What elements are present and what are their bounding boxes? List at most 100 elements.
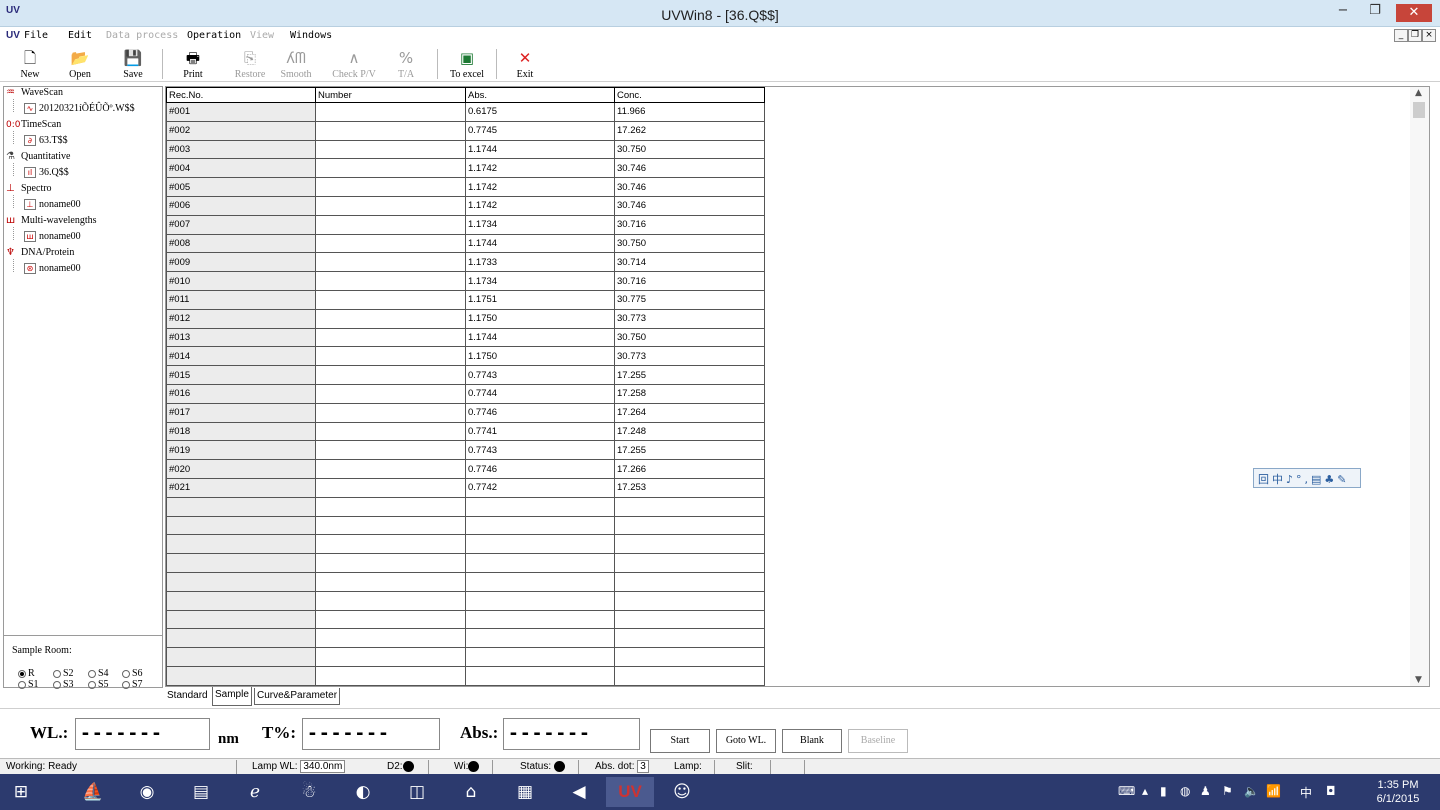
cell-abs[interactable]: 1.1744 [465,233,615,254]
cell-abs[interactable] [465,515,615,536]
cell-number[interactable] [315,459,466,479]
tree-item-timescan[interactable]: 0:0TimeScan [6,119,61,130]
cell-number[interactable] [315,102,466,122]
cell-rec-no[interactable]: #008 [166,233,316,254]
table-row[interactable]: #003 1.1744 30.750 [166,139,765,160]
cell-conc[interactable] [614,665,765,686]
cell-conc[interactable] [614,553,765,573]
chrome-icon[interactable]: ◉ [126,777,168,807]
qq-penguin-icon[interactable]: ☃ [288,777,330,807]
open-button[interactable]: 📂 Open [50,49,110,80]
cell-abs[interactable]: 1.1750 [465,346,615,367]
radio-s1[interactable]: S1 [18,679,39,690]
blank-button[interactable]: Blank [782,729,842,753]
col-header-conc[interactable]: Conc. [614,87,765,103]
menu-windows[interactable]: Windows [290,30,332,41]
col-header-abs[interactable]: Abs. [465,87,615,103]
flag-icon[interactable]: ⚑ [1222,784,1233,798]
table-row[interactable]: #013 1.1744 30.750 [166,327,765,348]
table-row[interactable] [166,553,765,573]
volume-icon[interactable]: 🔈 [1244,784,1259,798]
ta-button[interactable]: % T/A [376,49,436,80]
cell-rec-no[interactable]: #011 [166,289,316,310]
cell-conc[interactable] [614,684,765,686]
cell-conc[interactable]: 30.750 [614,327,765,348]
file-explorer-icon[interactable]: ▤ [180,777,222,807]
cell-number[interactable] [315,684,466,686]
mdi-restore-button[interactable]: ❐ [1408,29,1422,42]
cell-number[interactable] [315,233,466,254]
menu-view[interactable]: View [250,30,274,41]
tree-file-spectro[interactable]: ⊥ noname00 [24,199,81,211]
table-row[interactable] [166,515,765,536]
table-row[interactable]: #004 1.1742 30.746 [166,158,765,179]
cell-rec-no[interactable]: #013 [166,327,316,348]
table-row[interactable] [166,496,765,517]
cell-number[interactable] [315,590,466,611]
table-row[interactable]: #005 1.1742 30.746 [166,177,765,197]
uvwin-taskbar-button[interactable]: UV [606,777,654,807]
cell-abs[interactable]: 1.1734 [465,271,615,291]
to-excel-button[interactable]: ▣ To excel [437,49,497,80]
cell-number[interactable] [315,609,466,630]
tree-file-wavescan[interactable]: ∿ 20120321íÕÉÛÕº.W$$ [24,103,135,115]
cell-conc[interactable] [614,496,765,517]
cell-abs[interactable] [465,534,615,555]
table-row[interactable] [166,590,765,611]
cell-abs[interactable] [465,571,615,592]
radio-r[interactable]: R [18,668,35,679]
table-row[interactable]: #016 0.7744 17.258 [166,383,765,404]
cell-number[interactable] [315,327,466,348]
cell-abs[interactable]: 1.1750 [465,308,615,329]
cell-abs[interactable]: 0.7746 [465,459,615,479]
cell-abs[interactable]: 0.7742 [465,477,615,498]
app-circle-icon[interactable]: ◐ [342,777,384,807]
cell-abs[interactable] [465,609,615,630]
cell-rec-no[interactable]: #003 [166,139,316,160]
qq-tray-icon[interactable]: ◘ [1326,784,1336,798]
cell-conc[interactable]: 30.746 [614,177,765,197]
cell-abs[interactable] [465,553,615,573]
cell-number[interactable] [315,195,466,216]
cell-conc[interactable]: 17.258 [614,383,765,404]
exit-button[interactable]: ✕ Exit [495,49,555,80]
cell-rec-no[interactable]: #010 [166,271,316,291]
cell-rec-no[interactable] [166,628,316,649]
cell-conc[interactable]: 30.750 [614,139,765,160]
cell-abs[interactable] [465,665,615,686]
cell-conc[interactable]: 17.253 [614,477,765,498]
start-button[interactable]: Start [650,729,710,753]
app-dict-icon[interactable]: ◫ [396,777,438,807]
cell-abs[interactable] [465,628,615,649]
scroll-down-icon[interactable]: ▼ [1415,675,1422,685]
user-tray-icon[interactable]: ♟ [1200,784,1211,798]
cell-rec-no[interactable]: #016 [166,383,316,404]
cell-number[interactable] [315,214,466,235]
tab-sample[interactable]: Sample [212,687,252,706]
cell-rec-no[interactable]: #018 [166,421,316,442]
home-icon[interactable]: ⌂ [450,777,492,807]
cell-abs[interactable]: 1.1742 [465,195,615,216]
cell-conc[interactable]: 17.255 [614,365,765,385]
cell-abs[interactable]: 1.1744 [465,327,615,348]
cell-number[interactable] [315,421,466,442]
cell-conc[interactable] [614,647,765,667]
menu-file[interactable]: File [24,30,48,41]
goto-wl-button[interactable]: Goto WL. [716,729,776,753]
cell-number[interactable] [315,365,466,385]
col-header-number[interactable]: Number [315,87,466,103]
cell-rec-no[interactable] [166,496,316,517]
cell-number[interactable] [315,628,466,649]
app-calendar-icon[interactable]: ▦ [504,777,546,807]
table-row[interactable]: #008 1.1744 30.750 [166,233,765,254]
cell-abs[interactable]: 1.1744 [465,139,615,160]
cell-rec-no[interactable] [166,647,316,667]
cell-abs[interactable]: 0.7743 [465,440,615,461]
tab-curve-parameter[interactable]: Curve&Parameter [254,688,341,705]
vertical-scrollbar[interactable]: ▲ ▼ [1410,87,1429,686]
cell-number[interactable] [315,515,466,536]
radio-s4[interactable]: S4 [88,668,109,679]
cell-abs[interactable]: 0.7745 [465,120,615,141]
cell-abs[interactable]: 1.1742 [465,177,615,197]
table-row[interactable]: #017 0.7746 17.264 [166,402,765,423]
